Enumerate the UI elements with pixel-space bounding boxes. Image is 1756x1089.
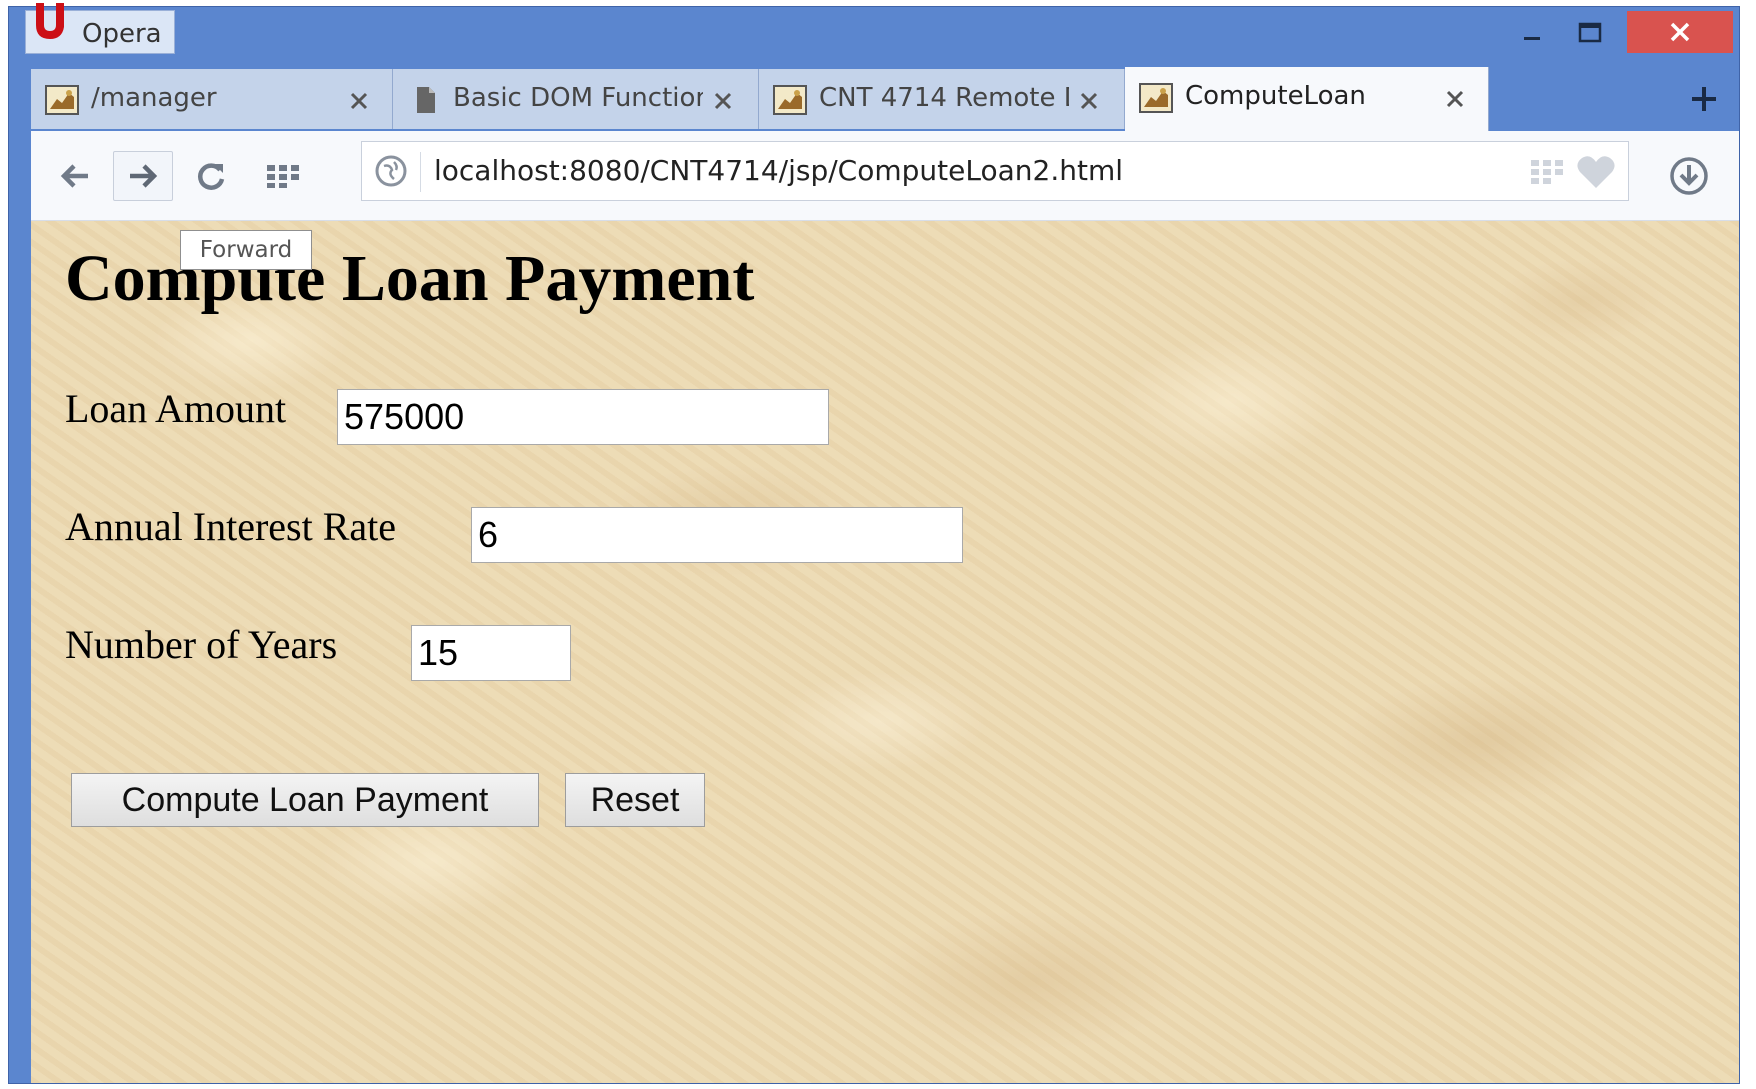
browser-window: Opera /manager Basic DOM Functiona CNT 4…: [8, 3, 1740, 1084]
page-title: Compute Loan Payment: [65, 242, 755, 315]
app-name: Opera: [82, 19, 162, 49]
tab-cnt4714-remote[interactable]: CNT 4714 Remote Da: [759, 69, 1125, 129]
tab-computeloan[interactable]: ComputeLoan: [1125, 67, 1489, 131]
download-icon: [1670, 157, 1708, 195]
tab-strip: /manager Basic DOM Functiona CNT 4714 Re…: [31, 67, 1739, 131]
opera-logo-icon: [36, 3, 64, 39]
close-icon: [1670, 22, 1690, 42]
minimize-button[interactable]: [1503, 13, 1561, 53]
title-bar: Opera: [9, 3, 1739, 63]
annual-interest-rate-label: Annual Interest Rate: [65, 504, 396, 549]
speed-dial-add-icon[interactable]: [1530, 158, 1564, 186]
tab-label: Basic DOM Functiona: [453, 83, 703, 113]
number-of-years-label: Number of Years: [65, 622, 338, 667]
heart-icon[interactable]: [1576, 154, 1616, 190]
back-button[interactable]: [45, 151, 105, 201]
maximize-button[interactable]: [1561, 13, 1619, 53]
reload-button[interactable]: [181, 151, 241, 201]
reload-icon: [198, 163, 225, 190]
maximize-icon: [1578, 22, 1602, 43]
close-tab-icon[interactable]: [711, 89, 735, 113]
forward-arrow-icon: [130, 164, 158, 188]
forward-tooltip: Forward: [180, 230, 312, 270]
minimize-icon: [1524, 37, 1540, 40]
tab-basic-dom[interactable]: Basic DOM Functiona: [393, 69, 759, 129]
forward-button[interactable]: [113, 151, 173, 201]
tab-label: ComputeLoan: [1185, 81, 1366, 111]
tomcat-icon: [773, 85, 807, 115]
loan-amount-label: Loan Amount: [65, 386, 287, 431]
downloads-button[interactable]: [1659, 151, 1719, 201]
address-bar[interactable]: localhost:8080/CNT4714/jsp/ComputeLoan2.…: [361, 141, 1629, 201]
annual-interest-rate-input[interactable]: [471, 507, 963, 563]
new-tab-icon[interactable]: [1679, 75, 1729, 123]
speed-dial-button[interactable]: [253, 151, 313, 201]
address-separator: [420, 152, 421, 192]
compute-loan-payment-button[interactable]: Compute Loan Payment: [71, 773, 539, 827]
loan-amount-input[interactable]: [337, 389, 829, 445]
tab-label: /manager: [91, 83, 217, 113]
tab-label: CNT 4714 Remote Da: [819, 83, 1069, 113]
url-text[interactable]: localhost:8080/CNT4714/jsp/ComputeLoan2.…: [434, 154, 1123, 187]
opera-menu-button[interactable]: Opera: [25, 3, 175, 54]
navigation-toolbar: localhost:8080/CNT4714/jsp/ComputeLoan2.…: [31, 131, 1739, 221]
back-arrow-icon: [60, 164, 88, 188]
page-content: Compute Loan Payment Loan Amount Annual …: [31, 221, 1739, 1083]
grid-icon: [267, 165, 299, 188]
close-tab-icon[interactable]: [347, 89, 371, 113]
close-tab-icon[interactable]: [1077, 89, 1101, 113]
close-window-button[interactable]: [1627, 11, 1733, 53]
tomcat-icon: [45, 85, 79, 115]
site-info-icon[interactable]: [374, 154, 408, 188]
reset-button[interactable]: Reset: [565, 773, 705, 827]
page-icon: [417, 87, 435, 113]
number-of-years-input[interactable]: [411, 625, 571, 681]
tomcat-icon: [1139, 83, 1173, 113]
tab-manager[interactable]: /manager: [31, 69, 393, 129]
close-tab-icon[interactable]: [1443, 87, 1467, 111]
